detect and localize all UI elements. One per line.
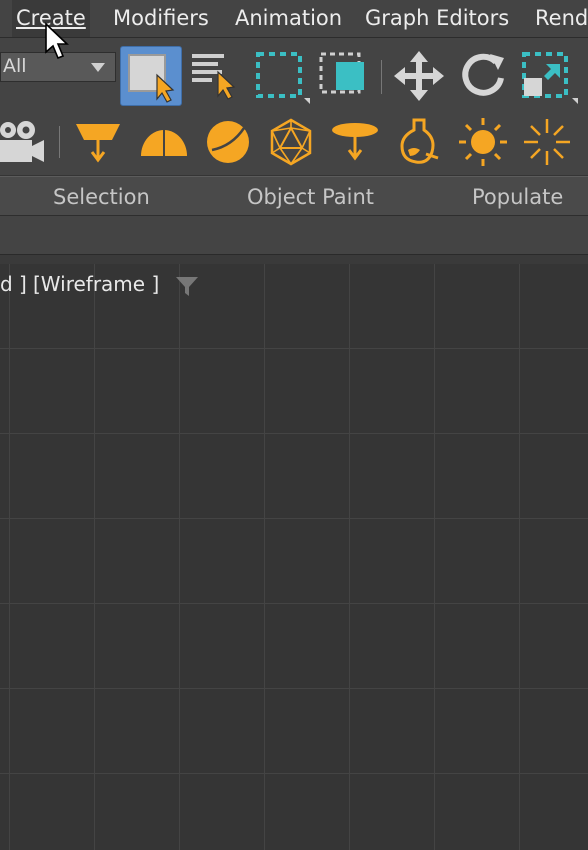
target-spotlight-icon bbox=[76, 124, 120, 163]
viewport-filter-button[interactable] bbox=[175, 276, 199, 298]
target-spot-button[interactable] bbox=[72, 118, 124, 166]
select-and-rotate-icon bbox=[462, 53, 504, 96]
menu-modifiers[interactable]: Modifiers bbox=[109, 0, 213, 37]
window-crossing-button[interactable] bbox=[316, 48, 372, 104]
select-object-button[interactable] bbox=[120, 46, 182, 106]
photometric-light-icon bbox=[400, 118, 439, 164]
select-and-scale-icon bbox=[522, 52, 578, 104]
camera-icon bbox=[0, 121, 44, 162]
toolbar-separator bbox=[59, 126, 60, 158]
viewport-header-divider bbox=[0, 255, 588, 264]
mouse-cursor-icon bbox=[45, 22, 69, 60]
menu-graph-editors-label: Graph Editors bbox=[365, 6, 510, 30]
rectangular-selection-region-icon bbox=[256, 52, 310, 104]
select-and-rotate-button[interactable] bbox=[456, 48, 512, 104]
menu-bar: Create Modifiers Animation Graph Editors… bbox=[0, 0, 588, 37]
viewport-shading-label[interactable]: [Wireframe ] bbox=[33, 272, 159, 296]
menu-animation[interactable]: Animation bbox=[231, 0, 346, 37]
filter-icon bbox=[176, 277, 198, 296]
viewport-view-label[interactable]: d ] bbox=[0, 272, 27, 296]
sphere-light-button[interactable] bbox=[202, 116, 254, 168]
select-object-icon bbox=[128, 54, 175, 103]
select-and-move-button[interactable] bbox=[392, 48, 448, 104]
skylight-icon bbox=[524, 119, 570, 165]
menu-animation-label: Animation bbox=[235, 6, 343, 30]
menu-modifiers-label: Modifiers bbox=[113, 6, 209, 30]
menu-rendering[interactable]: Rend bbox=[531, 0, 588, 37]
select-by-name-button[interactable] bbox=[188, 48, 244, 104]
sphere-light-icon bbox=[207, 121, 249, 163]
ribbon-tab-populate[interactable]: Populate bbox=[472, 177, 563, 215]
ribbon-tab-selection[interactable]: Selection bbox=[53, 177, 150, 215]
rectangular-selection-button[interactable] bbox=[252, 48, 312, 106]
geosphere-icon bbox=[270, 118, 312, 166]
select-and-scale-button[interactable] bbox=[518, 48, 580, 106]
free-spot-button[interactable] bbox=[330, 118, 380, 166]
camera-button[interactable] bbox=[0, 116, 48, 168]
ribbon-bar: Selection Object Paint Populate bbox=[0, 176, 588, 216]
viewport-grid[interactable] bbox=[0, 264, 588, 850]
sun-icon bbox=[459, 118, 507, 166]
ribbon-panel-strip bbox=[0, 216, 588, 255]
selection-filter-value: All bbox=[3, 55, 27, 77]
chevron-down-icon bbox=[91, 63, 105, 72]
menu-graph-editors[interactable]: Graph Editors bbox=[361, 0, 513, 37]
select-and-move-icon bbox=[394, 51, 444, 101]
menu-rendering-label: Rend bbox=[535, 6, 588, 30]
window-crossing-icon bbox=[319, 52, 364, 94]
toolbar-separator bbox=[381, 60, 382, 94]
photometric-light-button[interactable] bbox=[394, 116, 444, 168]
sun-button[interactable] bbox=[458, 116, 508, 168]
skydome-button[interactable] bbox=[138, 118, 190, 166]
ribbon-tab-object-paint[interactable]: Object Paint bbox=[247, 177, 374, 215]
select-by-name-icon bbox=[192, 54, 236, 100]
skylight-button[interactable] bbox=[522, 116, 572, 168]
free-spot-icon bbox=[332, 123, 378, 161]
geosphere-button[interactable] bbox=[266, 116, 316, 168]
skydome-icon bbox=[141, 130, 187, 156]
